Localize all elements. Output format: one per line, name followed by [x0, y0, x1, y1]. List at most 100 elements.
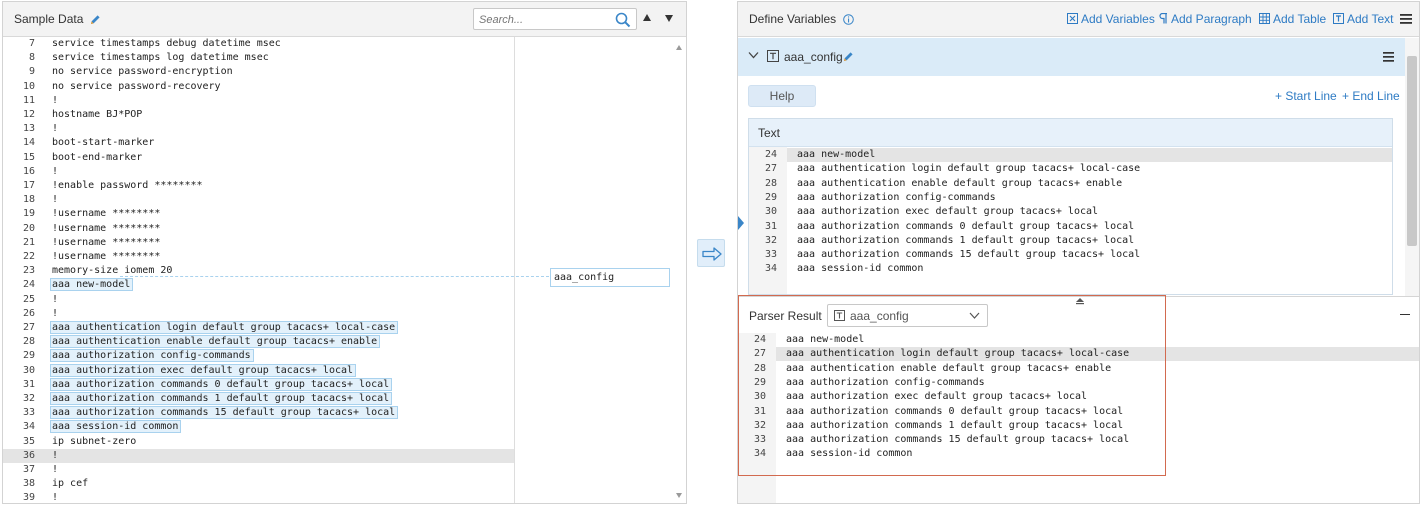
help-button[interactable]: Help: [748, 85, 816, 107]
code-line[interactable]: 14 boot-start-marker: [3, 136, 514, 150]
code-line[interactable]: 33 aaa authorization commands 15 default …: [749, 248, 1392, 262]
code-line[interactable]: 28 aaa authentication enable default grou…: [3, 335, 514, 349]
add-table-button[interactable]: Add Table: [1259, 12, 1326, 26]
define-variables-scrollbar[interactable]: [1405, 38, 1419, 296]
code-line[interactable]: 13!: [3, 122, 514, 136]
code-line[interactable]: 19 !username ********: [3, 207, 514, 221]
sample-data-title: Sample Data: [14, 12, 101, 26]
code-line[interactable]: 18!: [3, 193, 514, 207]
code-line[interactable]: 17 !enable password ********: [3, 179, 514, 193]
table-icon: [1259, 13, 1270, 24]
code-line[interactable]: 32 aaa authorization commands 1 default g…: [3, 392, 514, 406]
code-line[interactable]: 31 aaa authorization commands 0 default g…: [749, 220, 1392, 234]
add-paragraph-button[interactable]: Add Paragraph: [1159, 12, 1252, 26]
apply-arrow-button[interactable]: [697, 239, 725, 267]
line-number: 13: [22, 123, 35, 135]
line-number: 19: [22, 208, 35, 220]
code-line[interactable]: 29 aaa authorization config-commands: [749, 191, 1392, 205]
code-line[interactable]: 34 aaa session-id common: [3, 420, 514, 434]
line-text: !: [52, 194, 59, 206]
code-line[interactable]: 27 aaa authentication login default group…: [749, 162, 1392, 176]
code-line[interactable]: 28 aaa authentication enable default grou…: [749, 177, 1392, 191]
line-number: 26: [22, 307, 35, 319]
edit-pencil-icon[interactable]: [843, 51, 854, 62]
code-line[interactable]: 15 boot-end-marker: [3, 151, 514, 165]
code-line[interactable]: 8 service timestamps log datetime msec: [3, 51, 514, 65]
variable-tag[interactable]: aaa_config: [550, 268, 670, 287]
text-section: Text 24 aaa new-model 27 aaa authentication…: [748, 118, 1393, 295]
text-section-header: Text: [749, 119, 1392, 147]
sample-data-editor[interactable]: 7 service timestamps debug datetime msec 8…: [3, 37, 515, 503]
sample-data-title-label: Sample Data: [14, 12, 84, 26]
line-text: !: [52, 293, 59, 305]
code-line[interactable]: 25!: [3, 293, 514, 307]
code-line[interactable]: 35 ip subnet-zero: [3, 435, 514, 449]
line-text: aaa authentication enable default group …: [797, 177, 1123, 189]
search-input[interactable]: [479, 12, 609, 27]
chevron-down-icon[interactable]: [748, 51, 759, 59]
start-line-link[interactable]: + Start Line: [1275, 89, 1337, 103]
code-line[interactable]: 29 aaa authorization config-commands: [3, 349, 514, 363]
variable-menu-icon[interactable]: [1383, 52, 1394, 62]
code-line[interactable]: 9 no service password-encryption: [3, 65, 514, 79]
code-line[interactable]: 33 aaa authorization commands 15 default …: [3, 406, 514, 420]
code-line[interactable]: 12 hostname BJ*POP: [3, 108, 514, 122]
code-line[interactable]: 37!: [3, 463, 514, 477]
line-number: 33: [764, 249, 777, 261]
sample-data-scrollbar[interactable]: [673, 37, 686, 503]
line-number: 16: [22, 165, 35, 177]
code-line[interactable]: 11!: [3, 94, 514, 108]
code-line[interactable]: 24 aaa new-model: [3, 278, 514, 292]
code-line[interactable]: 38 ip cef: [3, 477, 514, 491]
code-line[interactable]: 10 no service password-recovery: [3, 80, 514, 94]
code-line[interactable]: 36!: [3, 449, 514, 463]
code-line[interactable]: 31 aaa authorization commands 0 default g…: [3, 378, 514, 392]
text-editor[interactable]: 24 aaa new-model 27 aaa authentication logi…: [749, 148, 1392, 294]
line-number: 24: [22, 279, 35, 291]
scrollbar-thumb[interactable]: [1407, 56, 1417, 246]
line-number: 32: [764, 234, 777, 246]
line-number: 30: [22, 364, 35, 376]
text-section-title: Text: [758, 126, 781, 140]
code-line[interactable]: 30 aaa authorization exec default group t…: [749, 205, 1392, 219]
scroll-up-arrow-icon[interactable]: [676, 45, 682, 50]
code-line[interactable]: 21 !username ********: [3, 236, 514, 250]
code-line[interactable]: 34 aaa session-id common: [749, 262, 1392, 276]
add-variables-button[interactable]: Add Variables: [1067, 12, 1155, 26]
line-text: aaa session-id common: [52, 421, 179, 433]
code-line[interactable]: 30 aaa authorization exec default group t…: [3, 364, 514, 378]
line-text: aaa authorization commands 0 default gro…: [797, 220, 1135, 232]
line-number: 34: [22, 421, 35, 433]
previous-match-button[interactable]: [643, 14, 651, 21]
add-variables-icon: [1067, 13, 1078, 24]
edit-pencil-icon[interactable]: [90, 14, 101, 25]
line-text: !username ********: [52, 236, 161, 248]
add-variables-label: Add Variables: [1081, 12, 1155, 26]
variable-link-line: [120, 276, 549, 277]
line-text: !username ********: [52, 251, 161, 262]
code-line[interactable]: 27 aaa authentication login default group…: [3, 321, 514, 335]
line-text: aaa authentication login default group t…: [52, 322, 396, 333]
code-line[interactable]: 26!: [3, 307, 514, 321]
line-text: aaa authorization config-commands: [797, 191, 996, 203]
collapse-marker-icon[interactable]: [738, 216, 744, 230]
add-text-button[interactable]: Add Text: [1333, 12, 1393, 26]
code-line[interactable]: 7 service timestamps debug datetime msec: [3, 37, 514, 51]
minimize-parser-button[interactable]: [1400, 314, 1410, 315]
end-line-link[interactable]: + End Line: [1342, 89, 1400, 103]
hamburger-menu-icon[interactable]: [1400, 14, 1412, 24]
info-icon[interactable]: [842, 14, 854, 26]
code-line[interactable]: 20 !username ********: [3, 222, 514, 236]
search-icon[interactable]: [615, 12, 631, 28]
code-line[interactable]: 16!: [3, 165, 514, 179]
scroll-down-arrow-icon[interactable]: [676, 493, 682, 498]
code-line[interactable]: 32 aaa authorization commands 1 default g…: [749, 234, 1392, 248]
code-line[interactable]: 24 aaa new-model: [749, 148, 1392, 162]
code-line[interactable]: 22 !username ********: [3, 250, 514, 264]
next-match-button[interactable]: [665, 15, 673, 22]
variable-row[interactable]: aaa_config: [738, 38, 1405, 76]
code-line[interactable]: 39!: [3, 491, 514, 503]
line-number: 10: [22, 80, 35, 92]
line-number: 30: [764, 206, 777, 218]
line-text: aaa authorization commands 15 default gr…: [52, 407, 396, 419]
